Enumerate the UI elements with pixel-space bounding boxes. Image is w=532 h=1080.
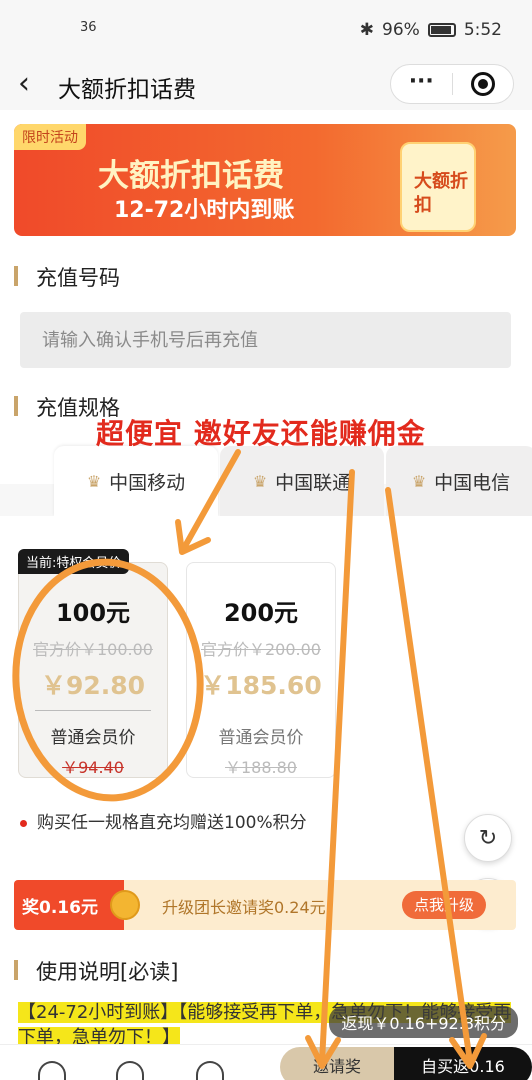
back-icon[interactable]: ‹ xyxy=(18,66,30,101)
carrier-tabs: ♛ 中国移动 ♛ 中国联通 ♛ 中国电信 xyxy=(54,446,532,516)
clock: 5:52 xyxy=(463,20,502,40)
recharge-number-title: 充值号码 xyxy=(14,262,120,292)
plan-member-price: ￥94.40 xyxy=(62,758,124,777)
mini-program-capsule: ··· xyxy=(390,64,514,104)
tab-label: 中国移动 xyxy=(109,471,186,494)
nav-bar: ‹ 大额折扣话费 ··· xyxy=(0,58,532,110)
battery-icon xyxy=(427,23,456,37)
plan-member-price: ￥188.80 xyxy=(225,758,297,777)
invite-button[interactable]: 邀请奖 xyxy=(280,1047,394,1080)
signal-indicator: 36 xyxy=(80,20,97,35)
tab-label: 中国联通 xyxy=(275,471,352,494)
refresh-icon[interactable]: ↻ xyxy=(464,814,512,862)
plan-member-label: 普通会员价 xyxy=(50,728,136,748)
tab-label: 中国电信 xyxy=(434,471,511,494)
points-note: 购买任一规格直充均赠送100%积分 xyxy=(20,808,307,833)
plan-card-200[interactable]: 200元 官方价￥200.00 ￥185.60 普通会员价 ￥188.80 xyxy=(186,562,336,778)
reward-bar[interactable]: 奖0.16元 升级团长邀请奖0.24元 点我升级 xyxy=(14,880,516,930)
reward-amount: 奖0.16元 xyxy=(14,880,124,930)
limited-tag: 限时活动 xyxy=(14,124,86,150)
close-button[interactable] xyxy=(453,65,514,103)
cashback-badge: 返现￥0.16+92.8积分 xyxy=(329,1006,518,1038)
service-icon[interactable] xyxy=(38,1061,66,1080)
phone-input[interactable] xyxy=(20,312,511,368)
crown-icon: ♛ xyxy=(411,471,427,491)
plan-official-price: 官方价￥200.00 xyxy=(201,640,321,659)
plan-member-label: 普通会员价 xyxy=(218,728,304,748)
bluetooth-icon: ✱ xyxy=(359,20,375,40)
battery-percent: 96% xyxy=(382,20,420,40)
plan-divider xyxy=(203,710,319,711)
plan-price: ￥185.60 xyxy=(200,671,322,700)
crown-icon: ♛ xyxy=(86,471,102,491)
promo-overlay-text: 超便宜 邀好友还能赚佣金 xyxy=(96,417,426,450)
banner-subline: 12-72小时内到账 xyxy=(114,198,295,223)
usage-title: 使用说明[必读] xyxy=(14,956,178,986)
member-badge: 当前:特权会员价 xyxy=(18,549,130,574)
upgrade-button[interactable]: 点我升级 xyxy=(401,891,486,919)
tab-china-mobile[interactable]: ♛ 中国移动 xyxy=(54,446,218,516)
bottom-bar: 邀请奖 自买返0.16 xyxy=(0,1044,532,1080)
banner-phone-card: 大额折扣 xyxy=(400,142,476,232)
share-icon[interactable] xyxy=(196,1061,224,1080)
plan-face-value: 200元 xyxy=(223,599,299,627)
self-buy-button[interactable]: 自买返0.16 xyxy=(394,1047,532,1080)
tab-china-telecom[interactable]: ♛ 中国电信 xyxy=(386,446,532,516)
status-right: ✱ 96% 5:52 xyxy=(360,20,502,40)
close-target-icon xyxy=(470,72,495,96)
plan-divider xyxy=(35,710,151,711)
promo-banner[interactable]: 限时活动 大额折扣话费 12-72小时内到账 大额折扣 xyxy=(14,124,516,236)
crown-icon: ♛ xyxy=(252,471,268,491)
page-title: 大额折扣话费 xyxy=(58,77,196,103)
plan-card-100[interactable]: 当前:特权会员价 100元 官方价￥100.00 ￥92.80 普通会员价 ￥9… xyxy=(18,549,168,778)
plan-price: ￥92.80 xyxy=(40,671,146,700)
coins-icon xyxy=(110,890,140,920)
reward-text: 升级团长邀请奖0.24元 xyxy=(162,898,326,917)
plan-official-price: 官方价￥100.00 xyxy=(33,640,153,659)
tab-china-unicom[interactable]: ♛ 中国联通 xyxy=(220,446,384,516)
more-button[interactable]: ··· xyxy=(391,65,452,103)
plan-face-value: 100元 xyxy=(55,599,131,627)
banner-card-text: 大额折扣 xyxy=(414,171,468,216)
layers-icon[interactable] xyxy=(116,1061,144,1080)
status-bar: 36 ✱ 96% 5:52 xyxy=(0,0,532,58)
banner-headline: 大额折扣话费 xyxy=(98,158,284,194)
